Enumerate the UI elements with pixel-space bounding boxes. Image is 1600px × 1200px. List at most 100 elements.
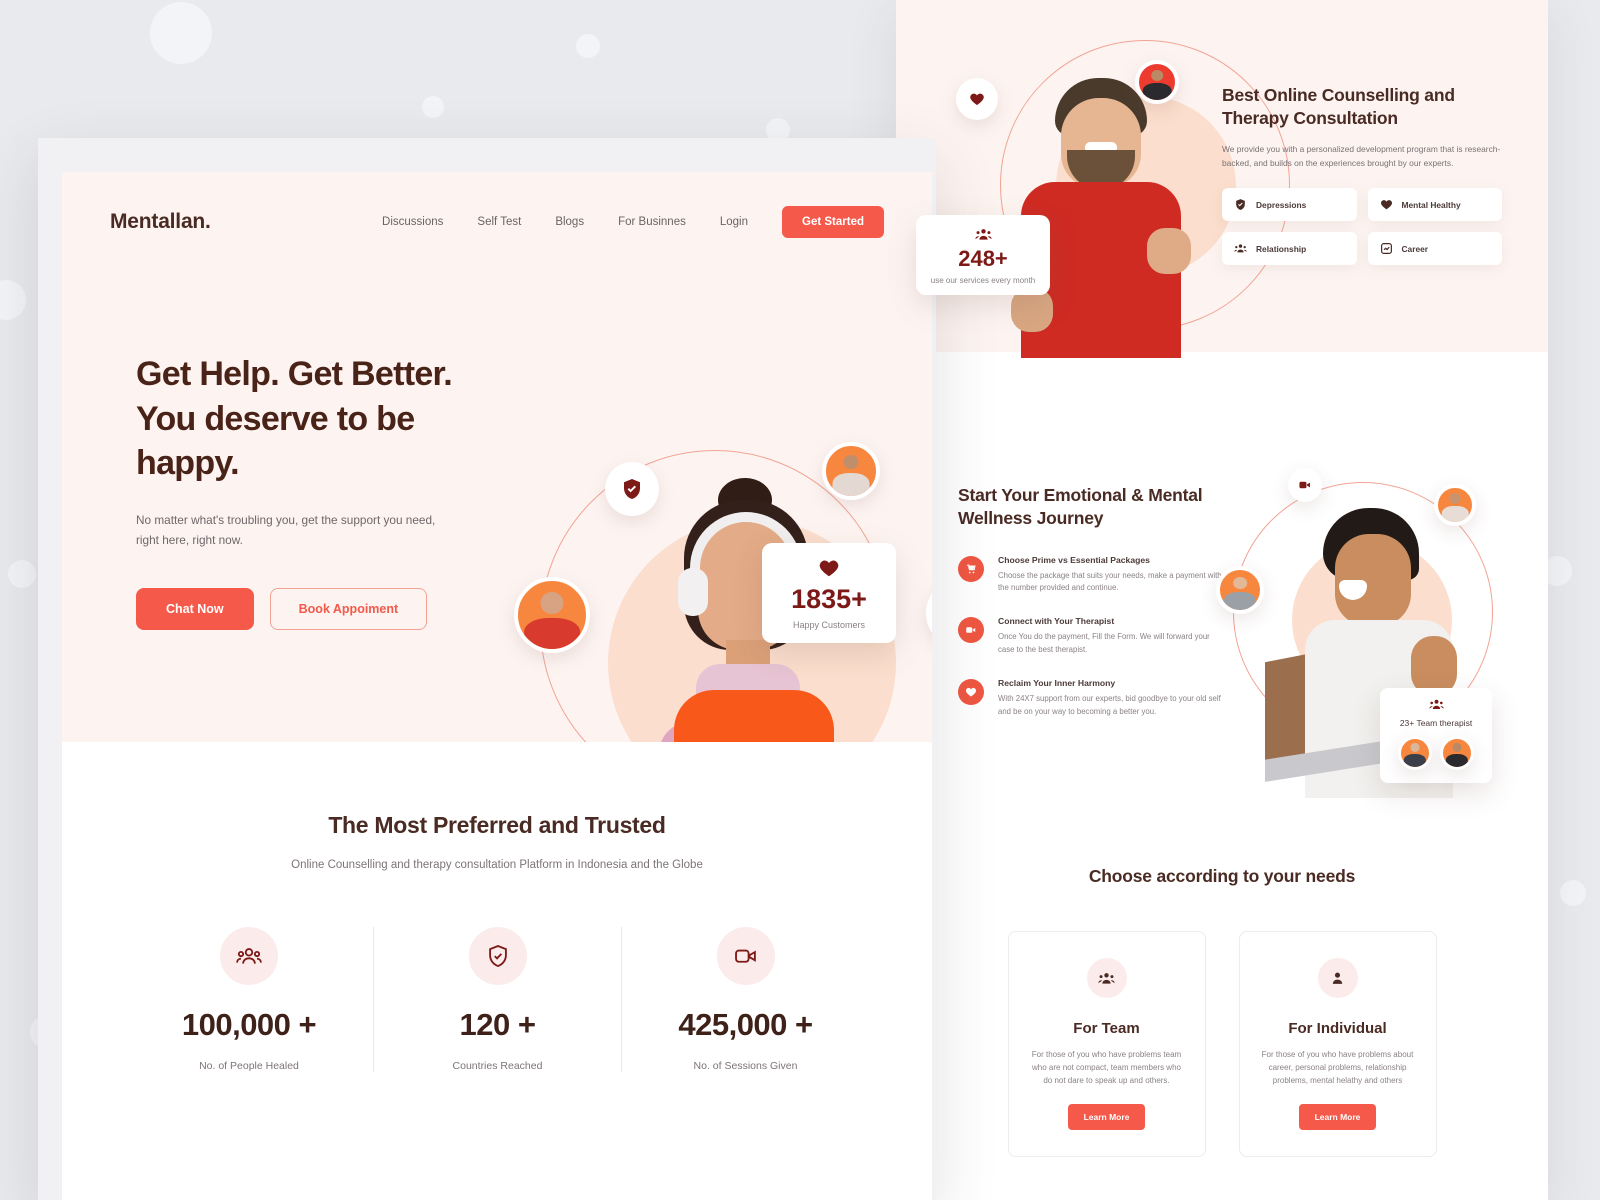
brand-logo[interactable]: Mentallan. — [110, 210, 211, 234]
nav-link-for-businnes[interactable]: For Businnes — [618, 216, 686, 228]
step-title: Connect with Your Therapist — [998, 616, 1115, 627]
browser-viewport: Mentallan. Discussions Self Test Blogs F… — [62, 172, 932, 1200]
journey-step: Reclaim Your Inner Harmony With 24X7 sup… — [958, 678, 1228, 718]
decor-circle — [150, 2, 212, 64]
main-navigation: Mentallan. Discussions Self Test Blogs F… — [62, 206, 932, 238]
hero-title: Get Help. Get Better. You deserve to be … — [136, 352, 516, 486]
book-appointment-button[interactable]: Book Appoiment — [269, 588, 428, 631]
decor-circle — [8, 560, 36, 588]
hero-title-line2: You deserve to be — [136, 399, 415, 438]
hero-title-line3: happy. — [136, 444, 240, 483]
shield-check-icon — [1234, 198, 1247, 211]
video-badge — [1288, 468, 1322, 502]
hero-section: Mentallan. Discussions Self Test Blogs F… — [62, 172, 932, 742]
chip-label: Mental Healthy — [1401, 199, 1461, 210]
counselling-title-line2: Therapy Consultation — [1222, 108, 1398, 129]
step-description: With 24X7 support from our experts, bid … — [998, 694, 1221, 716]
monthly-users-value: 248+ — [958, 245, 1008, 271]
stat-countries-reached: 120 + Countries Reached — [373, 927, 621, 1072]
hero-subtitle: No matter what's troubling you, get the … — [136, 512, 436, 547]
decor-circle — [576, 34, 600, 58]
journey-title: Start Your Emotional & Mental Wellness J… — [958, 484, 1228, 531]
chip-mental-healthy[interactable]: Mental Healthy — [1367, 188, 1502, 222]
hero-button-group: Chat Now Book Appoiment — [136, 588, 516, 631]
journey-step: Connect with Your Therapist Once You do … — [958, 616, 1228, 656]
nav-link-discussions[interactable]: Discussions — [382, 216, 443, 228]
chat-now-button[interactable]: Chat Now — [136, 588, 254, 631]
nav-link-self-test[interactable]: Self Test — [477, 216, 521, 228]
team-therapist-card: 23+ Team therapist — [1380, 688, 1492, 783]
need-card-individual[interactable]: For Individual For those of you who have… — [1238, 931, 1437, 1157]
people-group-icon — [1086, 958, 1127, 998]
stat-value: 425,000 + — [678, 1007, 813, 1042]
need-card-description: For those of you who have problems team … — [1031, 1050, 1182, 1086]
counselling-copy: Best Online Counselling and Therapy Cons… — [1222, 84, 1502, 266]
people-group-icon — [1234, 242, 1247, 255]
learn-more-button[interactable]: Learn More — [1067, 1103, 1146, 1130]
journey-section: Start Your Emotional & Mental Wellness J… — [958, 484, 1228, 718]
avatar-bubble — [1135, 60, 1179, 104]
need-card-team[interactable]: For Team For those of you who have probl… — [1007, 931, 1206, 1157]
video-camera-icon — [958, 617, 984, 644]
journey-title-line1: Start Your Emotional & Mental — [958, 485, 1203, 505]
chip-relationship[interactable]: Relationship — [1222, 232, 1357, 266]
nav-link-list: Discussions Self Test Blogs For Businnes… — [382, 206, 884, 238]
needs-title: Choose according to your needs — [1088, 866, 1356, 886]
monthly-users-card: 248+ use our services every month — [916, 215, 1050, 295]
primary-mockup-panel: Mentallan. Discussions Self Test Blogs F… — [38, 138, 936, 1200]
nav-link-login[interactable]: Login — [720, 216, 748, 228]
chip-label: Career — [1401, 243, 1429, 254]
chart-square-icon — [1380, 242, 1393, 255]
heart-icon — [818, 557, 840, 579]
step-title: Reclaim Your Inner Harmony — [998, 678, 1116, 689]
avatar-bubble — [514, 577, 590, 653]
stat-label: No. of Sessions Given — [693, 1060, 798, 1072]
happy-customers-card: 1835+ Happy Customers — [762, 543, 896, 643]
trusted-subtitle: Online Counselling and therapy consultat… — [291, 859, 703, 871]
learn-more-button[interactable]: Learn More — [1298, 1103, 1377, 1130]
heart-icon — [970, 93, 984, 105]
step-description: Once You do the payment, Fill the Form. … — [998, 632, 1210, 654]
chip-label: Depressions — [1256, 199, 1307, 210]
trusted-title: The Most Preferred and Trusted — [328, 812, 666, 838]
journey-title-line2: Wellness Journey — [958, 508, 1104, 529]
avatar-bubble — [822, 442, 880, 500]
decor-circle — [1560, 880, 1586, 906]
person-icon — [1317, 958, 1358, 998]
need-card-title: For Team — [1073, 1020, 1140, 1037]
video-camera-icon — [1299, 481, 1310, 489]
heart-badge — [956, 78, 998, 120]
avatar-bubble — [1216, 566, 1264, 614]
avatar-bubble — [1434, 484, 1476, 526]
hero-title-line1: Get Help. Get Better. — [136, 355, 453, 393]
chip-career[interactable]: Career — [1367, 232, 1502, 266]
people-group-icon — [1428, 697, 1444, 712]
stat-label: Countries Reached — [452, 1060, 543, 1072]
journey-step: Choose Prime vs Essential Packages Choos… — [958, 555, 1228, 595]
cart-icon — [958, 555, 984, 582]
stats-row: 100,000 + No. of People Healed 120 + Cou… — [62, 927, 932, 1072]
shield-badge — [605, 462, 659, 516]
counselling-title: Best Online Counselling and Therapy Cons… — [1222, 84, 1502, 130]
people-group-icon — [974, 226, 992, 243]
chip-depressions[interactable]: Depressions — [1222, 188, 1357, 222]
needs-card-row: For Team For those of you who have probl… — [896, 931, 1548, 1157]
decor-circle — [422, 96, 444, 118]
journey-step-list: Choose Prime vs Essential Packages Choos… — [958, 555, 1228, 719]
need-card-title: For Individual — [1288, 1020, 1387, 1037]
avatar-bubble — [1440, 736, 1474, 770]
people-group-icon — [220, 927, 278, 985]
decor-circle — [0, 280, 26, 320]
get-started-button[interactable]: Get Started — [782, 206, 884, 238]
avatar-bubble — [1398, 736, 1432, 770]
hero-copy: Get Help. Get Better. You deserve to be … — [136, 352, 516, 631]
happy-customers-caption: Happy Customers — [792, 619, 866, 630]
team-therapist-label: 23+ Team therapist — [1399, 718, 1473, 728]
step-title: Choose Prime vs Essential Packages — [998, 554, 1150, 565]
counselling-title-line1: Best Online Counselling and — [1222, 85, 1455, 105]
heart-icon — [1380, 198, 1393, 211]
shield-check-icon — [624, 479, 640, 499]
nav-link-blogs[interactable]: Blogs — [555, 216, 584, 228]
video-camera-icon — [716, 927, 775, 985]
trusted-section: The Most Preferred and Trusted Online Co… — [62, 812, 932, 1072]
